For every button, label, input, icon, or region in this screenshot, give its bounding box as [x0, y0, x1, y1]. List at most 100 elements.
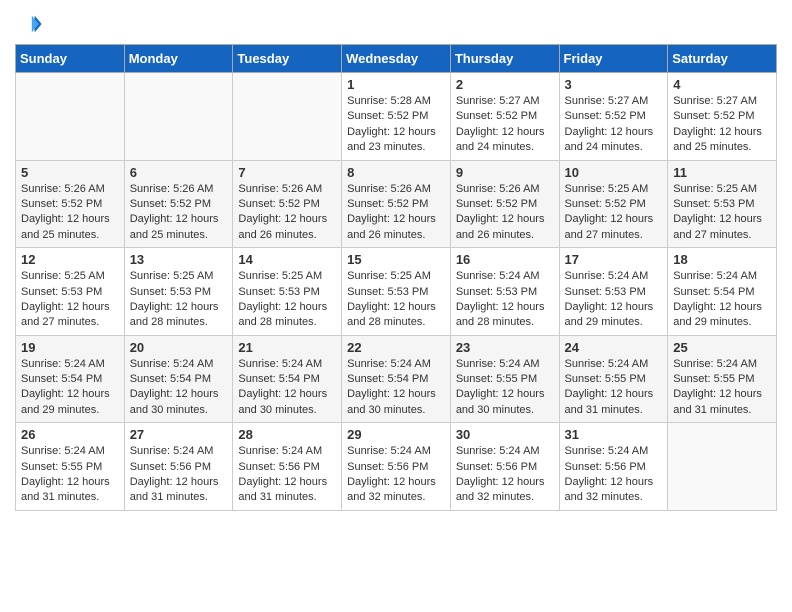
day-info: Sunrise: 5:24 AMSunset: 5:54 PMDaylight:…: [130, 357, 228, 419]
calendar-cell: 4Sunrise: 5:27 AMSunset: 5:52 PMDaylight…: [668, 73, 777, 161]
day-info: Sunrise: 5:24 AMSunset: 5:55 PMDaylight:…: [673, 357, 771, 419]
calendar-cell: 20 Sunrise: 5:24 AMSunset: 5:54 PMDayligh…: [124, 335, 233, 423]
daylight-text: Daylight: 12 hours and 32 minutes.: [347, 475, 445, 506]
sunset-text: Sunset: 5:54 PM: [21, 372, 119, 387]
daylight-text: Daylight: 12 hours and 24 minutes.: [565, 125, 663, 156]
calendar-week-row: 5Sunrise: 5:26 AMSunset: 5:52 PMDaylight…: [16, 160, 777, 248]
calendar-week-row: 1Sunrise: 5:28 AMSunset: 5:52 PMDaylight…: [16, 73, 777, 161]
sunrise-text: Sunrise: 5:24 AM: [456, 357, 554, 372]
sunrise-text: Sunrise: 5:26 AM: [238, 182, 336, 197]
day-number: 15: [347, 252, 445, 267]
weekday-header-saturday: Saturday: [668, 45, 777, 73]
day-info: Sunrise: 5:26 AMSunset: 5:52 PMDaylight:…: [21, 182, 119, 244]
calendar-cell: 15 Sunrise: 5:25 AMSunset: 5:53 PMDayligh…: [342, 248, 451, 336]
day-number: 21: [238, 340, 336, 355]
day-info: Sunrise: 5:25 AMSunset: 5:53 PMDaylight:…: [673, 182, 771, 244]
day-number: 16: [456, 252, 554, 267]
sunset-text: Sunset: 5:54 PM: [130, 372, 228, 387]
sunset-text: Sunset: 5:53 PM: [456, 285, 554, 300]
calendar-cell: 31Sunrise: 5:24 AMSunset: 5:56 PMDayligh…: [559, 423, 668, 511]
sunset-text: Sunset: 5:53 PM: [673, 197, 771, 212]
day-info: Sunrise: 5:24 AMSunset: 5:56 PMDaylight:…: [238, 444, 336, 506]
calendar-cell: 10Sunrise: 5:25 AMSunset: 5:52 PMDayligh…: [559, 160, 668, 248]
day-info: Sunrise: 5:24 AMSunset: 5:55 PMDaylight:…: [456, 357, 554, 419]
day-info: Sunrise: 5:26 AMSunset: 5:52 PMDaylight:…: [456, 182, 554, 244]
calendar-cell: 2Sunrise: 5:27 AMSunset: 5:52 PMDaylight…: [450, 73, 559, 161]
day-info: Sunrise: 5:24 AMSunset: 5:56 PMDaylight:…: [130, 444, 228, 506]
sunset-text: Sunset: 5:53 PM: [347, 285, 445, 300]
page-header: [15, 10, 777, 38]
day-info: Sunrise: 5:24 AMSunset: 5:56 PMDaylight:…: [565, 444, 663, 506]
calendar-week-row: 19Sunrise: 5:24 AMSunset: 5:54 PMDayligh…: [16, 335, 777, 423]
weekday-header-thursday: Thursday: [450, 45, 559, 73]
sunrise-text: Sunrise: 5:24 AM: [673, 269, 771, 284]
daylight-text: Daylight: 12 hours and 29 minutes.: [21, 387, 119, 418]
sunrise-text: Sunrise: 5:24 AM: [130, 357, 228, 372]
daylight-text: Daylight: 12 hours and 31 minutes.: [238, 475, 336, 506]
sunset-text: Sunset: 5:52 PM: [130, 197, 228, 212]
calendar-cell: 3 Sunrise: 5:27 AMSunset: 5:52 PMDaylight…: [559, 73, 668, 161]
sunset-text: Sunset: 5:56 PM: [565, 460, 663, 475]
calendar-cell: 7Sunrise: 5:26 AMSunset: 5:52 PMDaylight…: [233, 160, 342, 248]
calendar-week-row: 26Sunrise: 5:24 AMSunset: 5:55 PMDayligh…: [16, 423, 777, 511]
day-info: Sunrise: 5:24 AMSunset: 5:56 PMDaylight:…: [347, 444, 445, 506]
daylight-text: Daylight: 12 hours and 32 minutes.: [565, 475, 663, 506]
weekday-header-row: SundayMondayTuesdayWednesdayThursdayFrid…: [16, 45, 777, 73]
sunrise-text: Sunrise: 5:28 AM: [347, 94, 445, 109]
daylight-text: Daylight: 12 hours and 31 minutes.: [21, 475, 119, 506]
day-info: Sunrise: 5:28 AMSunset: 5:52 PMDaylight:…: [347, 94, 445, 156]
day-number: 29: [347, 427, 445, 442]
sunset-text: Sunset: 5:52 PM: [565, 109, 663, 124]
calendar-cell: 26Sunrise: 5:24 AMSunset: 5:55 PMDayligh…: [16, 423, 125, 511]
sunset-text: Sunset: 5:53 PM: [21, 285, 119, 300]
daylight-text: Daylight: 12 hours and 28 minutes.: [238, 300, 336, 331]
day-info: Sunrise: 5:24 AMSunset: 5:53 PMDaylight:…: [456, 269, 554, 331]
sunrise-text: Sunrise: 5:25 AM: [673, 182, 771, 197]
page-container: SundayMondayTuesdayWednesdayThursdayFrid…: [0, 0, 792, 521]
daylight-text: Daylight: 12 hours and 24 minutes.: [456, 125, 554, 156]
day-info: Sunrise: 5:25 AMSunset: 5:53 PMDaylight:…: [347, 269, 445, 331]
daylight-text: Daylight: 12 hours and 26 minutes.: [238, 212, 336, 243]
day-number: 14: [238, 252, 336, 267]
calendar-cell: 27Sunrise: 5:24 AMSunset: 5:56 PMDayligh…: [124, 423, 233, 511]
sunset-text: Sunset: 5:56 PM: [347, 460, 445, 475]
calendar-cell: 6Sunrise: 5:26 AMSunset: 5:52 PMDaylight…: [124, 160, 233, 248]
calendar-cell: 25Sunrise: 5:24 AMSunset: 5:55 PMDayligh…: [668, 335, 777, 423]
sunset-text: Sunset: 5:52 PM: [347, 197, 445, 212]
calendar-cell: 24Sunrise: 5:24 AMSunset: 5:55 PMDayligh…: [559, 335, 668, 423]
sunrise-text: Sunrise: 5:27 AM: [673, 94, 771, 109]
sunrise-text: Sunrise: 5:25 AM: [130, 269, 228, 284]
sunrise-text: Sunrise: 5:24 AM: [565, 444, 663, 459]
day-info: Sunrise: 5:27 AMSunset: 5:52 PMDaylight:…: [565, 94, 663, 156]
calendar-cell: 29 Sunrise: 5:24 AMSunset: 5:56 PMDayligh…: [342, 423, 451, 511]
day-info: Sunrise: 5:26 AMSunset: 5:52 PMDaylight:…: [347, 182, 445, 244]
calendar-cell: 28Sunrise: 5:24 AMSunset: 5:56 PMDayligh…: [233, 423, 342, 511]
sunrise-text: Sunrise: 5:24 AM: [21, 357, 119, 372]
calendar-cell: 14Sunrise: 5:25 AMSunset: 5:53 PMDayligh…: [233, 248, 342, 336]
sunrise-text: Sunrise: 5:25 AM: [21, 269, 119, 284]
sunrise-text: Sunrise: 5:27 AM: [565, 94, 663, 109]
sunrise-text: Sunrise: 5:25 AM: [347, 269, 445, 284]
daylight-text: Daylight: 12 hours and 28 minutes.: [130, 300, 228, 331]
calendar-cell: 8Sunrise: 5:26 AMSunset: 5:52 PMDaylight…: [342, 160, 451, 248]
day-number: 5: [21, 165, 119, 180]
day-info: Sunrise: 5:27 AMSunset: 5:52 PMDaylight:…: [673, 94, 771, 156]
day-number: 3: [565, 77, 663, 92]
day-number: 9: [456, 165, 554, 180]
day-number: 1: [347, 77, 445, 92]
weekday-header-monday: Monday: [124, 45, 233, 73]
daylight-text: Daylight: 12 hours and 27 minutes.: [673, 212, 771, 243]
weekday-header-friday: Friday: [559, 45, 668, 73]
day-info: Sunrise: 5:24 AMSunset: 5:54 PMDaylight:…: [238, 357, 336, 419]
daylight-text: Daylight: 12 hours and 31 minutes.: [130, 475, 228, 506]
calendar-cell: 18Sunrise: 5:24 AMSunset: 5:54 PMDayligh…: [668, 248, 777, 336]
sunrise-text: Sunrise: 5:24 AM: [347, 444, 445, 459]
day-info: Sunrise: 5:26 AMSunset: 5:52 PMDaylight:…: [238, 182, 336, 244]
sunrise-text: Sunrise: 5:24 AM: [456, 444, 554, 459]
calendar-week-row: 12Sunrise: 5:25 AMSunset: 5:53 PMDayligh…: [16, 248, 777, 336]
day-number: 20: [130, 340, 228, 355]
sunrise-text: Sunrise: 5:26 AM: [456, 182, 554, 197]
sunset-text: Sunset: 5:52 PM: [347, 109, 445, 124]
day-info: Sunrise: 5:24 AMSunset: 5:54 PMDaylight:…: [673, 269, 771, 331]
daylight-text: Daylight: 12 hours and 25 minutes.: [130, 212, 228, 243]
